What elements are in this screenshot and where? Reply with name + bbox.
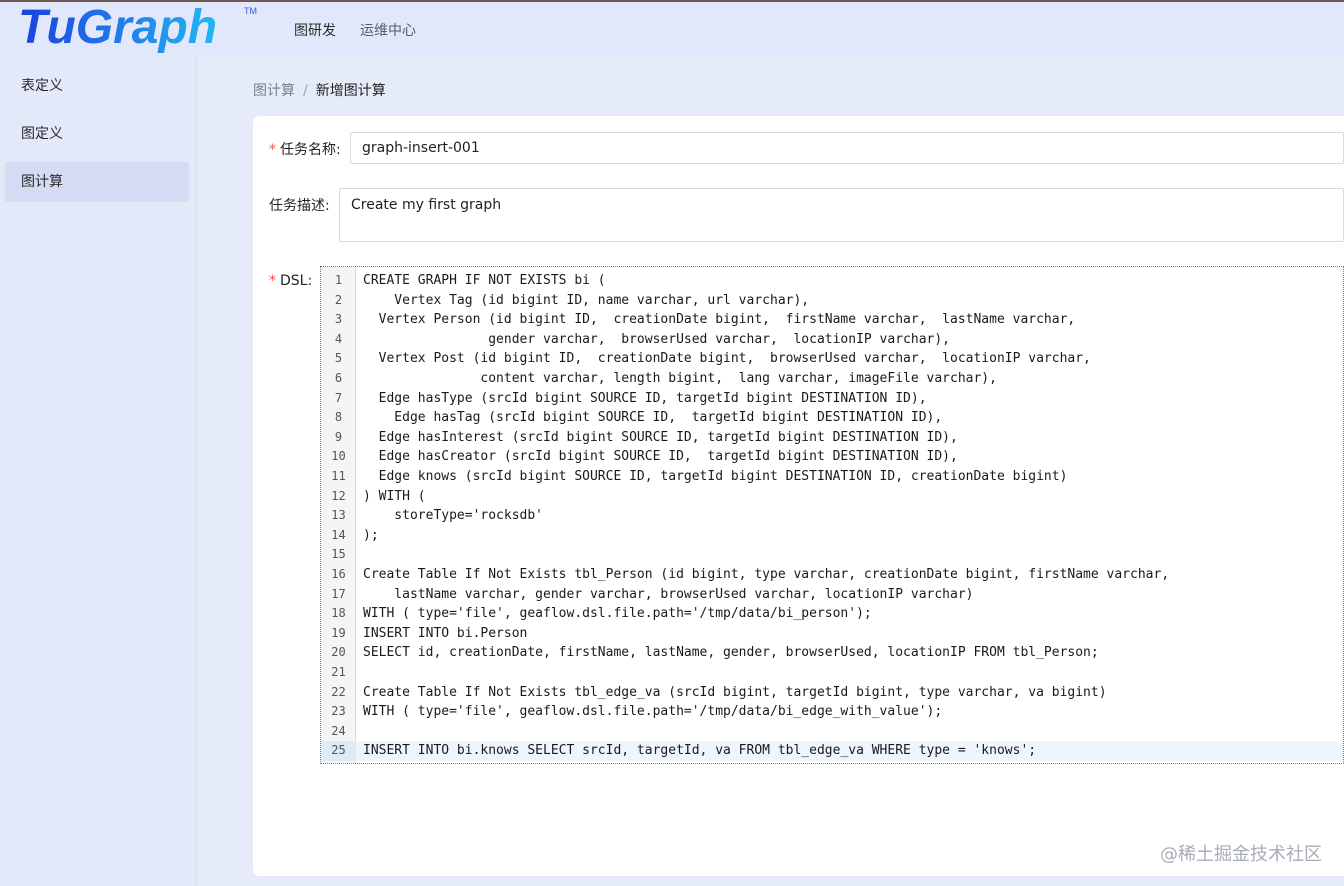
code-line[interactable]: 17 lastName varchar, gender varchar, bro… bbox=[321, 585, 1343, 605]
code-text: CREATE GRAPH IF NOT EXISTS bi ( bbox=[363, 273, 606, 288]
code-line[interactable]: 7 Edge hasType (srcId bigint SOURCE ID, … bbox=[321, 389, 1343, 409]
code-text: Vertex Person (id bigint ID, creationDat… bbox=[363, 312, 1076, 328]
line-number: 12 bbox=[331, 488, 346, 503]
code-text: Create Table If Not Exists tbl_edge_va (… bbox=[363, 684, 1107, 700]
code-text: Edge hasTag (srcId bigint SOURCE ID, tar… bbox=[363, 410, 943, 426]
code-line[interactable]: 18 WITH ( type='file', geaflow.dsl.file.p… bbox=[321, 604, 1343, 624]
watermark: @稀土掘金技术社区 bbox=[1160, 844, 1322, 865]
task-name-label: * 任务名称: bbox=[269, 139, 341, 159]
code-line[interactable]: 5 Vertex Post (id bigint ID, creationDat… bbox=[321, 349, 1343, 369]
code-text: Vertex Tag (id bigint ID, name varchar, … bbox=[363, 292, 810, 308]
code-line[interactable]: 21 bbox=[321, 663, 1343, 683]
code-line[interactable]: 10 Edge hasCreator (srcId bigint SOURCE … bbox=[321, 447, 1343, 467]
task-name-label-text: 任务名称: bbox=[280, 142, 341, 158]
code-text: INSERT INTO bi.Person bbox=[363, 625, 528, 641]
code-line[interactable]: 3 Vertex Person (id bigint ID, creationD… bbox=[321, 310, 1343, 330]
line-number: 6 bbox=[334, 371, 343, 385]
code-line[interactable]: 22 Create Table If Not Exists tbl_edge_va… bbox=[321, 683, 1343, 703]
code-text: storeType='rocksdb' bbox=[363, 508, 544, 524]
code-text: content varchar, length bigint, lang var… bbox=[363, 371, 997, 386]
line-number: 15 bbox=[331, 547, 346, 562]
sidebar-item-table-def[interactable]: 表定义 bbox=[5, 66, 189, 106]
code-line[interactable]: 11 Edge knows (srcId bigint SOURCE ID, t… bbox=[321, 467, 1343, 487]
code-text: Edge hasType (srcId bigint SOURCE ID, ta… bbox=[363, 390, 927, 406]
code-line[interactable]: 19 INSERT INTO bi.Person bbox=[321, 624, 1343, 644]
code-line[interactable]: 25 INSERT INTO bi.knows SELECT srcId, tar… bbox=[321, 741, 1343, 761]
line-number: 22 bbox=[331, 684, 346, 699]
sidebar-item-graph-def[interactable]: 图定义 bbox=[5, 114, 189, 154]
code-line[interactable]: 4 gender varchar, browserUsed varchar, l… bbox=[321, 330, 1343, 350]
code-text: gender varchar, browserUsed varchar, loc… bbox=[363, 331, 950, 347]
code-line[interactable]: 8 Edge hasTag (srcId bigint SOURCE ID, t… bbox=[321, 408, 1343, 428]
code-text: Edge knows (srcId bigint SOURCE ID, targ… bbox=[363, 469, 1068, 484]
line-number: 9 bbox=[334, 429, 343, 444]
line-number: 1 bbox=[334, 273, 343, 287]
nav-ops-center[interactable]: 运维中心 bbox=[360, 20, 416, 40]
nav-graph-dev[interactable]: 图研发 bbox=[294, 20, 336, 40]
code-line[interactable]: 23 WITH ( type='file', geaflow.dsl.file.p… bbox=[321, 702, 1343, 722]
code-line[interactable]: 20 SELECT id, creationDate, firstName, la… bbox=[321, 643, 1343, 663]
line-number: 7 bbox=[334, 390, 343, 405]
code-text: Edge hasInterest (srcId bigint SOURCE ID… bbox=[363, 429, 958, 445]
code-text: ); bbox=[363, 527, 379, 543]
line-number: 24 bbox=[331, 723, 346, 738]
line-number: 16 bbox=[331, 567, 346, 581]
logo-trademark: TM bbox=[244, 6, 257, 16]
dsl-label-text: DSL: bbox=[280, 273, 313, 289]
code-text: Vertex Post (id bigint ID, creationDate … bbox=[363, 351, 1091, 367]
code-line[interactable]: 9 Edge hasInterest (srcId bigint SOURCE … bbox=[321, 428, 1343, 448]
code-text: SELECT id, creationDate, firstName, last… bbox=[363, 645, 1099, 661]
breadcrumb-separator: / bbox=[303, 83, 308, 99]
breadcrumb-current: 新增图计算 bbox=[315, 83, 386, 99]
code-text: WITH ( type='file', geaflow.dsl.file.pat… bbox=[363, 704, 943, 720]
line-number: 8 bbox=[334, 410, 343, 425]
logo-text: TuGraph bbox=[18, 2, 217, 54]
code-line[interactable]: 15 bbox=[321, 545, 1343, 565]
task-name-input[interactable]: graph-insert-001 bbox=[350, 132, 1344, 164]
tugraph-logo[interactable]: TuGraph TM bbox=[18, 2, 263, 56]
line-number: 21 bbox=[331, 665, 346, 679]
breadcrumb-parent-link[interactable]: 图计算 bbox=[253, 83, 295, 99]
code-line[interactable]: 12 ) WITH ( bbox=[321, 487, 1343, 507]
sidebar-item-graph-compute[interactable]: 图计算 bbox=[5, 162, 189, 202]
code-line[interactable]: 24 bbox=[321, 722, 1343, 742]
task-desc-label: 任务描述: bbox=[269, 198, 330, 214]
line-number: 14 bbox=[331, 527, 346, 542]
dsl-label: * DSL: bbox=[269, 273, 312, 289]
code-text: INSERT INTO bi.knows SELECT srcId, targe… bbox=[363, 743, 1037, 759]
code-line[interactable]: 6 content varchar, length bigint, lang v… bbox=[321, 369, 1343, 389]
code-line[interactable]: 13 storeType='rocksdb' bbox=[321, 506, 1343, 526]
code-line[interactable]: 1 CREATE GRAPH IF NOT EXISTS bi ( bbox=[321, 271, 1343, 291]
code-line[interactable]: 14); bbox=[321, 526, 1343, 546]
line-number: 20 bbox=[331, 645, 346, 660]
code-text: Create Table If Not Exists tbl_Person (i… bbox=[363, 567, 1170, 582]
sidebar: 表定义 图定义 图计算 bbox=[0, 56, 197, 886]
line-number: 17 bbox=[331, 586, 346, 601]
line-number: 25 bbox=[321, 741, 356, 761]
line-number: 13 bbox=[331, 508, 346, 523]
line-number: 11 bbox=[331, 469, 346, 483]
logo-graphic: TuGraph TM bbox=[18, 2, 257, 54]
dsl-code-editor[interactable]: 1 CREATE GRAPH IF NOT EXISTS bi ( 2 Vertex… bbox=[320, 266, 1344, 764]
code-text: WITH ( type='file', geaflow.dsl.file.pat… bbox=[363, 606, 872, 622]
code-text: Edge hasCreator (srcId bigint SOURCE ID,… bbox=[363, 449, 958, 465]
line-number: 18 bbox=[331, 606, 346, 621]
line-number: 23 bbox=[331, 704, 346, 719]
code-text: ) WITH ( bbox=[363, 488, 426, 504]
code-text: lastName varchar, gender varchar, browse… bbox=[363, 586, 974, 602]
line-number: 10 bbox=[331, 449, 346, 464]
required-marker: * bbox=[269, 142, 276, 158]
task-desc-textarea[interactable]: Create my first graph bbox=[339, 188, 1344, 242]
required-marker: * bbox=[269, 273, 276, 289]
top-header: TuGraph TM 图研发 运维中心 bbox=[0, 2, 1344, 56]
code-line[interactable]: 16 Create Table If Not Exists tbl_Person … bbox=[321, 565, 1343, 585]
line-number: 19 bbox=[331, 625, 346, 640]
line-number: 2 bbox=[334, 292, 343, 307]
line-number: 3 bbox=[334, 312, 343, 327]
line-number: 5 bbox=[334, 351, 343, 366]
breadcrumb: 图计算 / 新增图计算 bbox=[253, 80, 386, 100]
code-line[interactable]: 2 Vertex Tag (id bigint ID, name varchar… bbox=[321, 291, 1343, 311]
line-number: 4 bbox=[334, 331, 343, 346]
